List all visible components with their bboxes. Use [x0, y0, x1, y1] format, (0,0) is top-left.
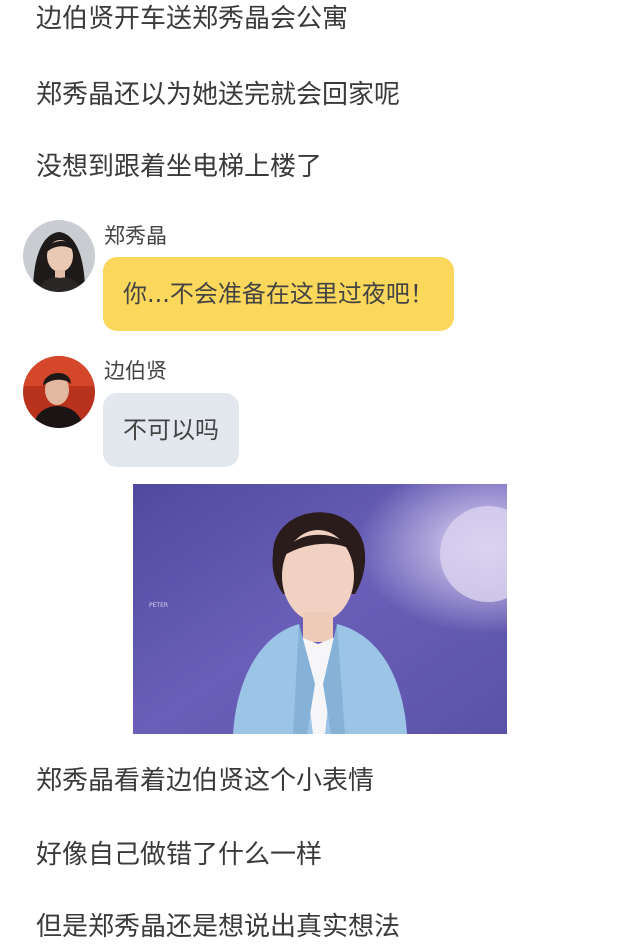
- speaker-name: 边伯贤: [104, 359, 167, 383]
- narration-line: 没想到跟着坐电梯上楼了: [36, 152, 323, 182]
- avatar-photo: [23, 356, 95, 428]
- avatar-photo: [23, 220, 95, 292]
- photo-watermark: PETER: [149, 602, 169, 609]
- narration-line: 边伯贤开车送郑秀晶会公寓: [36, 4, 349, 34]
- narration-line: 郑秀晶看着边伯贤这个小表情: [36, 766, 375, 796]
- avatar[interactable]: [23, 356, 95, 428]
- narration-line: 郑秀晶还以为她送完就会回家呢: [36, 80, 401, 110]
- narration-line: 好像自己做错了什么一样: [36, 840, 323, 870]
- chat-bubble: 不可以吗: [103, 393, 239, 467]
- photo-image[interactable]: PETER: [133, 484, 507, 734]
- narration-line: 但是郑秀晶还是想说出真实想法: [36, 912, 401, 942]
- avatar[interactable]: [23, 220, 95, 292]
- speaker-name: 郑秀晶: [104, 224, 167, 248]
- chat-bubble: 你...不会准备在这里过夜吧！: [103, 257, 454, 331]
